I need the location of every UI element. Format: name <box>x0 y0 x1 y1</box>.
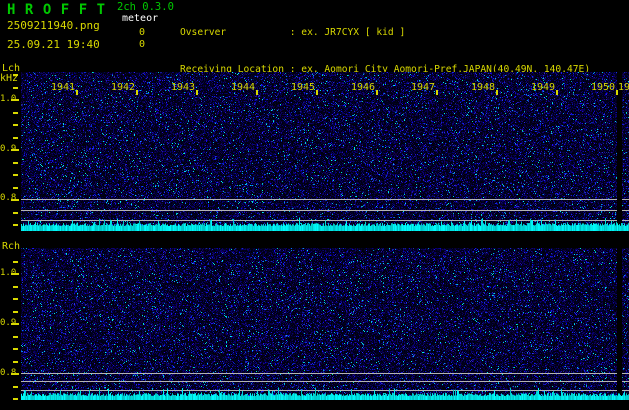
freq-tick-minor <box>13 124 18 126</box>
time-label-partial: 1951 <box>618 82 629 93</box>
time-tick <box>136 90 138 95</box>
freq-tick-minor <box>13 360 18 363</box>
freq-tick-minor <box>13 111 18 114</box>
freq-tick-minor <box>13 298 18 300</box>
meteor-counter-label: meteor <box>122 13 159 24</box>
freq-tick-minor <box>13 224 18 226</box>
freq-tick-minor <box>13 186 18 189</box>
freq-tick-major <box>11 149 19 151</box>
time-label: 1949 <box>531 82 556 93</box>
freq-tick-minor <box>13 310 18 313</box>
time-label: 1946 <box>351 82 376 93</box>
freq-tick-minor <box>13 285 18 288</box>
freq-tick-minor <box>13 211 18 214</box>
rch-spectrogram-image <box>21 248 629 400</box>
time-tick <box>556 90 558 95</box>
meteor-count-lch: 0 <box>139 27 146 38</box>
freq-tick-label: 0.8 <box>0 193 17 203</box>
output-filename: 2509211940.png <box>7 19 100 32</box>
app-version: 2ch 0.3.0 <box>117 1 174 13</box>
lch-spectrogram-image <box>21 72 629 231</box>
time-label: 1942 <box>111 82 136 93</box>
time-tick <box>376 90 378 95</box>
freq-tick-major <box>11 199 19 201</box>
time-tick <box>196 90 198 95</box>
freq-tick-minor <box>13 161 18 164</box>
rch-axis-label: Rch <box>2 241 21 252</box>
time-label: 1941 <box>51 82 76 93</box>
freq-tick-minor <box>13 74 18 76</box>
freq-tick-major <box>11 273 19 275</box>
freq-tick-minor <box>13 174 18 176</box>
time-label: 1948 <box>471 82 496 93</box>
freq-tick-minor <box>13 136 18 139</box>
observer-line: Ovserver : ex. JR7CYX [ kid ] <box>180 26 406 38</box>
freq-tick-minor <box>13 385 18 388</box>
time-tick <box>496 90 498 95</box>
meteor-count-rch: 0 <box>139 39 146 50</box>
time-tick <box>256 90 258 95</box>
time-tick <box>436 90 438 95</box>
lch-spectrogram-panel: 1941 1942 1943 1944 1945 1946 1947 1948 1949 1950… <box>21 72 629 231</box>
app-title: HROFFT <box>7 2 115 18</box>
freq-tick-minor <box>13 398 18 400</box>
time-tick <box>76 90 78 95</box>
time-label: 1944 <box>231 82 256 93</box>
time-label: 1947 <box>411 82 436 93</box>
timestamp: 25.09.21 19:40 <box>7 38 100 51</box>
freq-tick-major <box>11 323 19 325</box>
freq-tick-minor <box>13 260 18 263</box>
rch-spectrogram-panel <box>21 248 629 400</box>
freq-tick-minor <box>13 335 18 338</box>
freq-tick-minor <box>13 348 18 350</box>
time-label: 1943 <box>171 82 196 93</box>
time-label: 1945 <box>291 82 316 93</box>
freq-tick-major <box>11 373 19 375</box>
freq-tick-major <box>11 99 19 101</box>
freq-tick-minor <box>13 86 18 89</box>
hrofft-window: HROFFT 2ch 0.3.0 2509211940.png 25.09.21… <box>0 0 629 410</box>
time-tick <box>316 90 318 95</box>
time-label: 1950 <box>591 82 616 93</box>
